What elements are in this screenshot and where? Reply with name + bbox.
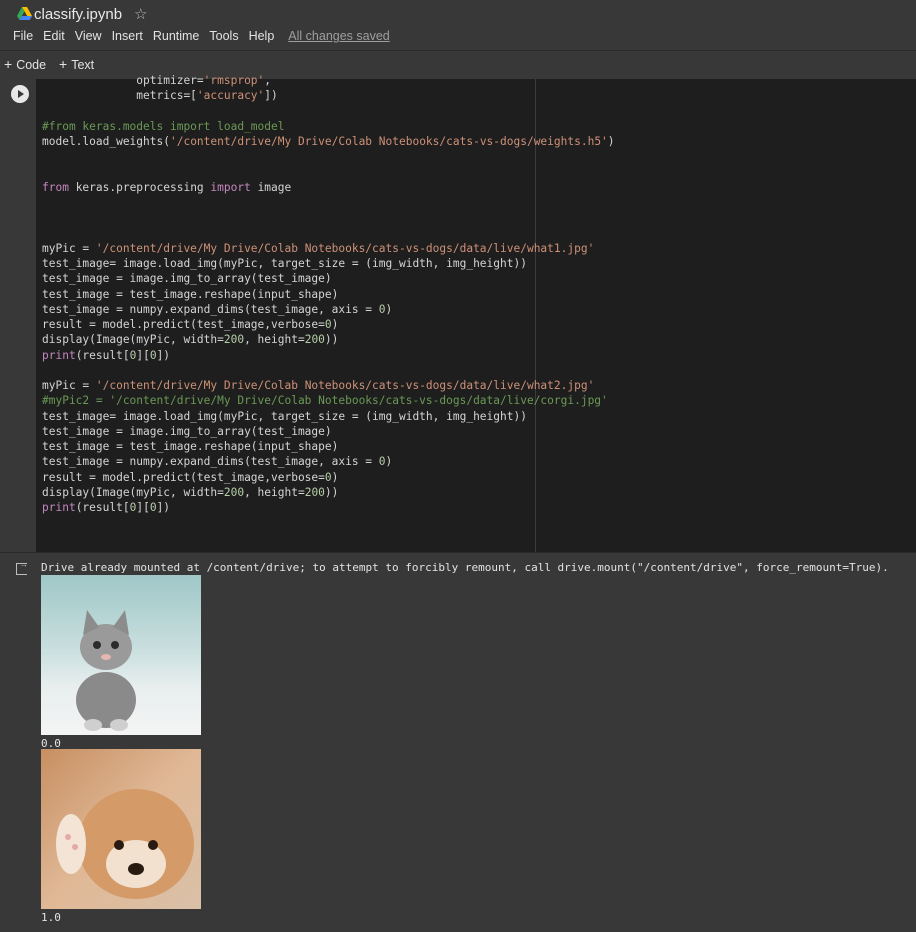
add-code-label: Code (16, 58, 47, 72)
code-text[interactable]: optimizer='rmsprop', metrics=['accuracy'… (42, 73, 615, 515)
menu-insert[interactable]: Insert (112, 29, 143, 43)
star-icon[interactable]: ☆ (134, 5, 147, 23)
prediction-result-2: 1.0 (41, 911, 61, 924)
code-cell[interactable]: optimizer='rmsprop', metrics=['accuracy'… (0, 74, 916, 552)
code-editor[interactable]: optimizer='rmsprop', metrics=['accuracy'… (36, 74, 916, 552)
cell-output: Drive already mounted at /content/drive;… (0, 552, 916, 932)
add-code-button[interactable]: + Code (4, 56, 46, 72)
menu-help[interactable]: Help (249, 29, 275, 43)
puppy-picture (56, 789, 194, 899)
plus-icon: + (59, 56, 68, 72)
plus-icon: + (4, 56, 13, 72)
drive-logo-icon[interactable] (17, 7, 32, 21)
output-icon[interactable] (16, 559, 28, 575)
save-status-link[interactable]: All changes saved (288, 29, 389, 43)
menu-edit[interactable]: Edit (43, 29, 65, 43)
run-cell-button[interactable] (11, 85, 29, 103)
kitten-image (41, 575, 201, 735)
menu-file[interactable]: File (13, 29, 33, 43)
menu-view[interactable]: View (75, 29, 102, 43)
notebook-header: classify.ipynb ☆ File Edit View Insert R… (0, 0, 916, 50)
notebook-title[interactable]: classify.ipynb (34, 6, 122, 23)
kitten-picture (76, 610, 136, 731)
menu-bar: File Edit View Insert Runtime Tools Help… (13, 29, 400, 43)
output-message: Drive already mounted at /content/drive;… (41, 561, 889, 574)
menu-tools[interactable]: Tools (209, 29, 238, 43)
add-text-label: Text (71, 58, 95, 72)
cell-gutter (0, 79, 36, 552)
add-text-button[interactable]: + Text (59, 56, 94, 72)
menu-runtime[interactable]: Runtime (153, 29, 200, 43)
puppy-image (41, 749, 201, 909)
